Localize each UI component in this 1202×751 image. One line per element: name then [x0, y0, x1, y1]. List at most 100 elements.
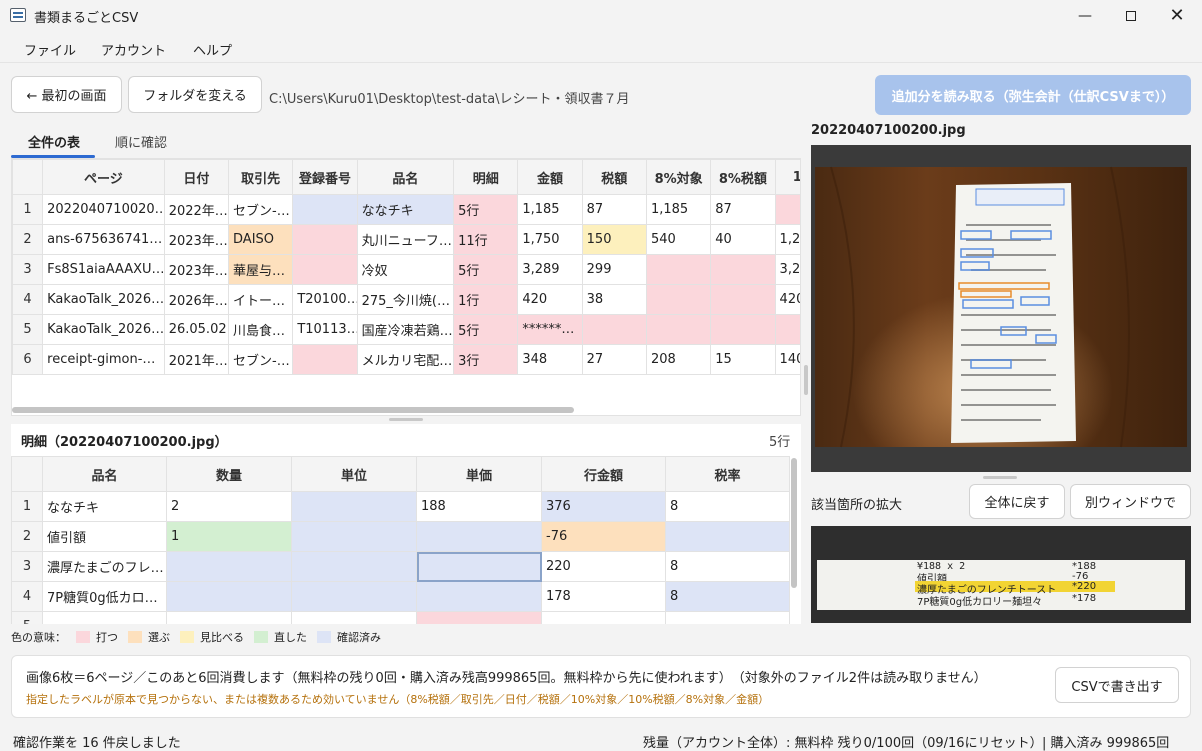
detail-col-header[interactable]: 税率: [665, 456, 790, 492]
table-cell[interactable]: 178: [541, 581, 666, 612]
main-col-header[interactable]: 8%対象: [645, 159, 712, 195]
main-col-header[interactable]: ページ: [42, 159, 165, 195]
table-row[interactable]: 1 2022040710020… 2022年… セブン-… ななチキ 5行 1,185 87 1…: [12, 194, 800, 225]
table-cell[interactable]: 3,289: [517, 254, 583, 285]
table-cell[interactable]: [291, 491, 417, 522]
table-cell[interactable]: 値引額: [42, 521, 167, 552]
table-cell[interactable]: DAISO: [228, 224, 294, 255]
table-cell[interactable]: 15: [710, 344, 776, 375]
main-table-vertical-scrollbar[interactable]: [804, 365, 808, 395]
table-cell[interactable]: [292, 224, 358, 255]
table-cell[interactable]: 150: [581, 224, 647, 255]
table-cell[interactable]: [665, 611, 790, 624]
table-cell[interactable]: [291, 611, 417, 624]
table-cell[interactable]: 5行: [453, 194, 519, 225]
table-cell[interactable]: [774, 314, 800, 345]
table-cell[interactable]: [645, 254, 712, 285]
table-cell[interactable]: 国産冷凍若鶏…: [356, 314, 455, 345]
table-cell[interactable]: 3,289: [774, 254, 800, 285]
table-cell[interactable]: ななチキ: [42, 491, 167, 522]
main-col-header[interactable]: 登録番号: [292, 159, 358, 195]
table-cell[interactable]: セブン-…: [228, 194, 294, 225]
read-additional-button[interactable]: 追加分を読み取る（弥生会計（仕訳CSVまで））: [875, 75, 1191, 115]
table-cell[interactable]: 3行: [453, 344, 519, 375]
minimize-button[interactable]: —: [1062, 0, 1108, 31]
table-cell[interactable]: 420: [774, 284, 800, 315]
table-cell[interactable]: 38: [581, 284, 647, 315]
table-cell[interactable]: [292, 194, 358, 225]
table-cell[interactable]: 8: [665, 581, 790, 612]
table-cell[interactable]: ans-675636741…: [42, 224, 165, 255]
main-col-header[interactable]: 金額: [517, 159, 583, 195]
main-col-header[interactable]: 品名: [356, 159, 455, 195]
menu-help[interactable]: ヘルプ: [193, 40, 232, 59]
table-cell[interactable]: 140: [774, 344, 800, 375]
table-cell[interactable]: [291, 581, 417, 612]
detail-col-header[interactable]: 単位: [291, 456, 417, 492]
table-cell[interactable]: [416, 551, 542, 582]
main-col-header[interactable]: 取引先: [228, 159, 294, 195]
table-cell[interactable]: KakaoTalk_2026…: [42, 314, 165, 345]
table-cell[interactable]: [42, 611, 167, 624]
table-cell[interactable]: [166, 611, 292, 624]
table-cell[interactable]: 8: [665, 551, 790, 582]
table-cell[interactable]: 420: [517, 284, 583, 315]
table-cell[interactable]: 87: [710, 194, 776, 225]
table-cell[interactable]: receipt-gimon-…: [42, 344, 165, 375]
table-cell[interactable]: 5行: [453, 314, 519, 345]
table-cell[interactable]: [645, 314, 712, 345]
table-cell[interactable]: 2022040710020…: [42, 194, 165, 225]
table-row[interactable]: 4 KakaoTalk_2026… 2026年… イトー… T20100… 275_今川焼…: [12, 284, 800, 315]
table-cell[interactable]: 1,210: [774, 224, 800, 255]
detail-col-header[interactable]: 数量: [166, 456, 292, 492]
horizontal-scrollbar[interactable]: [12, 407, 574, 413]
close-button[interactable]: ✕: [1154, 0, 1200, 31]
export-csv-button[interactable]: CSVで書き出す: [1055, 667, 1179, 703]
table-cell[interactable]: 26.05.02: [163, 314, 230, 345]
table-cell[interactable]: 冷奴: [356, 254, 455, 285]
table-cell[interactable]: T10113…: [292, 314, 358, 345]
table-cell[interactable]: [416, 581, 542, 612]
table-cell[interactable]: ななチキ: [356, 194, 455, 225]
table-cell[interactable]: 220: [541, 551, 666, 582]
table-cell[interactable]: [166, 581, 292, 612]
table-cell[interactable]: 2026年…: [163, 284, 230, 315]
main-col-header[interactable]: 税額: [581, 159, 647, 195]
table-cell[interactable]: 2: [166, 491, 292, 522]
table-cell[interactable]: 丸川ニューフ…: [356, 224, 455, 255]
change-folder-button[interactable]: フォルダを変える: [128, 76, 262, 113]
table-cell[interactable]: [541, 611, 666, 624]
maximize-button[interactable]: [1108, 0, 1154, 31]
table-cell[interactable]: -76: [541, 521, 666, 552]
table-cell[interactable]: [166, 551, 292, 582]
table-cell[interactable]: [291, 521, 417, 552]
reset-view-button[interactable]: 全体に戻す: [969, 484, 1065, 519]
table-cell[interactable]: 40: [710, 224, 776, 255]
table-cell[interactable]: [710, 254, 776, 285]
table-cell[interactable]: 1,185: [645, 194, 712, 225]
table-cell[interactable]: 376: [541, 491, 666, 522]
table-cell[interactable]: [416, 611, 542, 624]
table-cell[interactable]: KakaoTalk_2026…: [42, 284, 165, 315]
table-cell[interactable]: セブン-…: [228, 344, 294, 375]
tab-all-table[interactable]: 全件の表: [28, 132, 80, 151]
table-row[interactable]: 3 Fs8S1aiaAAAXU… 2023年… 華屋与… 冷奴 5行 3,289 299 3,2…: [12, 254, 800, 285]
table-cell[interactable]: [710, 284, 776, 315]
table-row[interactable]: 2 ans-675636741… 2023年… DAISO 丸川ニューフ… 11行 1,75…: [12, 224, 800, 255]
table-cell[interactable]: Fs8S1aiaAAAXU…: [42, 254, 165, 285]
table-cell[interactable]: 華屋与…: [228, 254, 294, 285]
open-window-button[interactable]: 別ウィンドウで: [1070, 484, 1191, 519]
table-cell[interactable]: 1行: [453, 284, 519, 315]
table-cell[interactable]: 348: [517, 344, 583, 375]
table-cell[interactable]: 2021年…: [163, 344, 230, 375]
detail-col-header[interactable]: 単価: [416, 456, 542, 492]
table-cell[interactable]: 1,185: [517, 194, 583, 225]
table-cell[interactable]: 540: [645, 224, 712, 255]
main-col-header[interactable]: 8%税額: [710, 159, 776, 195]
table-cell[interactable]: [416, 521, 542, 552]
main-col-header[interactable]: 日付: [163, 159, 230, 195]
table-cell[interactable]: 5行: [453, 254, 519, 285]
table-cell[interactable]: 2023年…: [163, 254, 230, 285]
preview-splitter[interactable]: [983, 476, 1017, 479]
detail-col-header[interactable]: 品名: [42, 456, 167, 492]
